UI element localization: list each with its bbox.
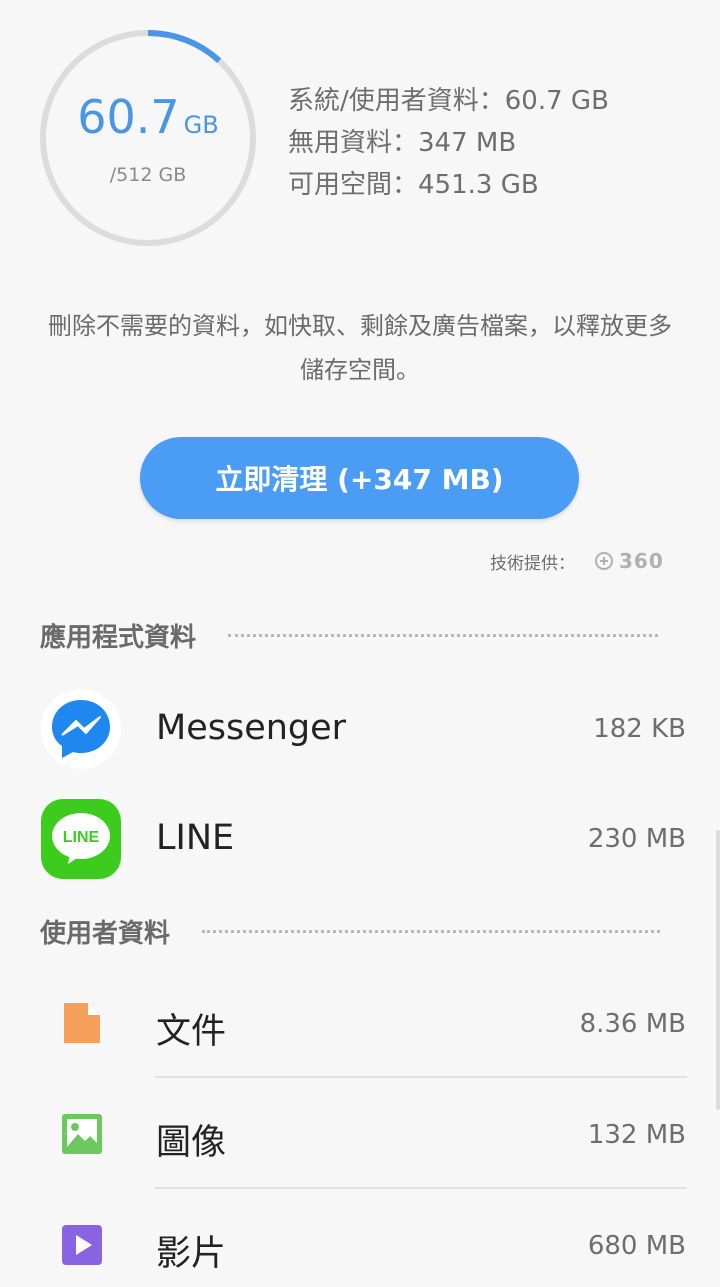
line-icon-text: LINE xyxy=(63,829,100,846)
stat-system-data: 系統/使用者資料：60.7 GB xyxy=(288,86,609,116)
file-type-name: 圖像 xyxy=(156,1123,227,1163)
image-icon xyxy=(62,1114,102,1154)
used-unit: GB xyxy=(183,111,219,139)
section-divider xyxy=(228,634,659,637)
list-item-documents[interactable]: 文件 8.36 MB xyxy=(0,985,720,1065)
file-type-size: 132 MB xyxy=(587,1120,686,1150)
app-data-section-header: 應用程式資料 xyxy=(40,617,659,654)
storage-stats: 系統/使用者資料：60.7 GB 無用資料：347 MB 可用空間：451.3 … xyxy=(288,80,609,206)
section-divider xyxy=(202,930,661,933)
clean-description: 刪除不需要的資料，如快取、剩餘及廣告檔案，以釋放更多儲存空間。 xyxy=(48,312,672,384)
list-item-messenger[interactable]: Messenger 182 KB xyxy=(0,688,720,772)
list-item-images[interactable]: 圖像 132 MB xyxy=(0,1096,720,1176)
used-value: 60.7 xyxy=(77,90,180,144)
used-storage-value: 60.7 GB xyxy=(38,90,258,144)
file-type-size: 8.36 MB xyxy=(579,1009,686,1039)
provider-logo-icon xyxy=(595,552,613,570)
section-title: 使用者資料 xyxy=(40,919,171,949)
list-item-videos[interactable]: 影片 680 MB xyxy=(0,1207,720,1287)
provider-label: 技術提供： xyxy=(490,553,575,574)
storage-ring: 60.7 GB /512 GB xyxy=(38,28,258,248)
scrollbar[interactable] xyxy=(716,830,720,1110)
stat-free-space: 可用空間：451.3 GB xyxy=(288,170,539,200)
provider-logo-text: 360 xyxy=(619,549,664,573)
app-size: 230 MB xyxy=(587,824,686,854)
file-type-name: 文件 xyxy=(156,1012,227,1052)
total-storage: /512 GB xyxy=(109,164,187,186)
stat-junk-data: 無用資料：347 MB xyxy=(288,128,517,158)
file-type-size: 680 MB xyxy=(587,1231,686,1261)
tech-provider: 技術提供： 360 xyxy=(490,546,664,576)
row-divider xyxy=(155,1076,687,1078)
document-icon xyxy=(64,1003,100,1043)
line-icon: LINE xyxy=(41,799,121,879)
app-name: LINE xyxy=(156,818,235,858)
video-icon xyxy=(62,1225,102,1265)
user-data-section-header: 使用者資料 xyxy=(40,913,661,950)
list-item-line[interactable]: LINE LINE 230 MB xyxy=(0,798,720,882)
app-name: Messenger xyxy=(156,708,347,748)
section-title: 應用程式資料 xyxy=(40,623,197,653)
row-divider xyxy=(155,1187,687,1189)
clean-now-button[interactable]: 立即清理 (+347 MB) xyxy=(140,437,579,519)
file-type-name: 影片 xyxy=(156,1234,227,1274)
messenger-icon xyxy=(41,689,121,769)
app-size: 182 KB xyxy=(593,714,686,744)
